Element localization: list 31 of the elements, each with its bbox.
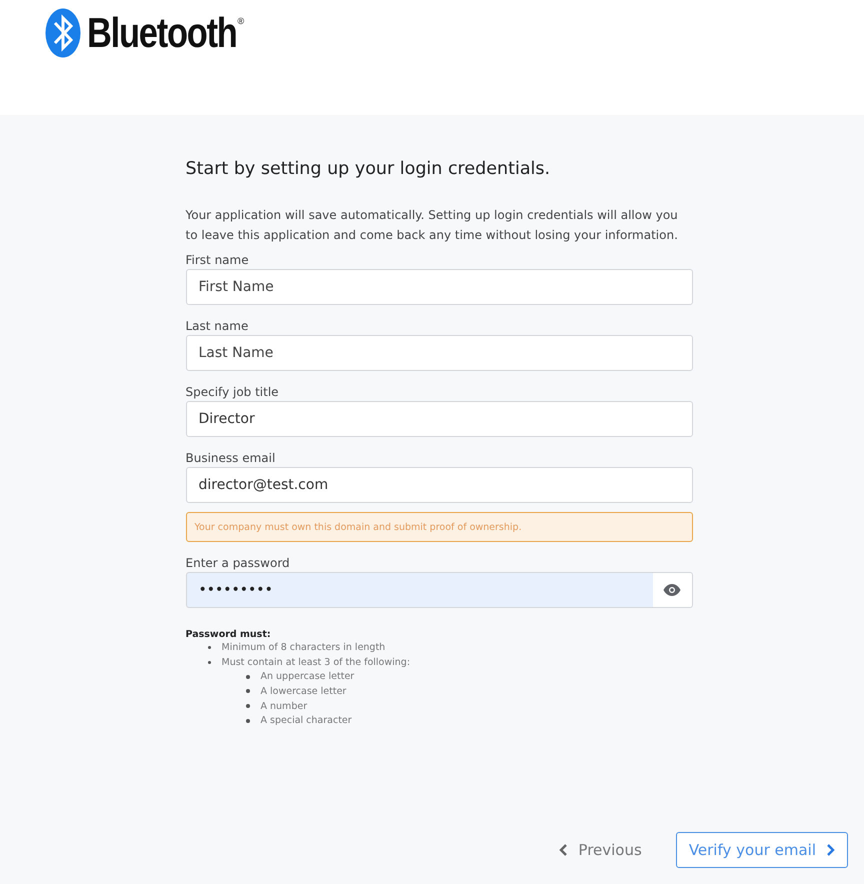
logo-wordmark: Bluetooth (87, 8, 237, 58)
rule-text: An uppercase letter (260, 671, 354, 682)
field-label: First name (186, 253, 250, 267)
field-label: Business email (186, 451, 276, 465)
bullet-icon (208, 660, 210, 664)
bullet-icon (246, 704, 250, 708)
rule-text: A number (260, 700, 308, 712)
bullet-icon (208, 646, 210, 649)
previous-button[interactable]: Previous (559, 841, 642, 859)
registered-mark: ® (237, 16, 244, 26)
input-field[interactable]: First Name (186, 269, 692, 305)
bullet-icon (246, 689, 250, 694)
bullet-icon (246, 718, 250, 723)
rule-text: Minimum of 8 characters in length (222, 642, 386, 653)
chevron-right-icon (826, 843, 835, 857)
field-label: Last name (186, 319, 250, 333)
rule-text: A special character (260, 715, 352, 726)
rule-text: A lowercase letter (260, 686, 346, 697)
form-heading: Start by setting up your login credentials. (186, 159, 552, 179)
field-label: Specify job title (186, 385, 280, 399)
intro-text: Your application will save automatically. Setting up login credentials will allow you to leave this application and come back any time without losing your information. (186, 207, 679, 244)
chevron-left-icon (559, 843, 568, 857)
input-field[interactable]: Director (186, 401, 692, 437)
field-label: Enter a password (186, 556, 291, 570)
rules-title: Password must: (186, 629, 272, 640)
rule-text: Must contain at least 3 of the following: (222, 656, 410, 668)
bluetooth-logo-icon (45, 8, 81, 58)
input-field[interactable]: Last Name (186, 335, 692, 371)
warning-message: Your company must own this domain and submit proof of ownership. (186, 512, 692, 542)
input-field[interactable]: director@test.com (186, 467, 692, 503)
bullet-icon (246, 674, 250, 679)
